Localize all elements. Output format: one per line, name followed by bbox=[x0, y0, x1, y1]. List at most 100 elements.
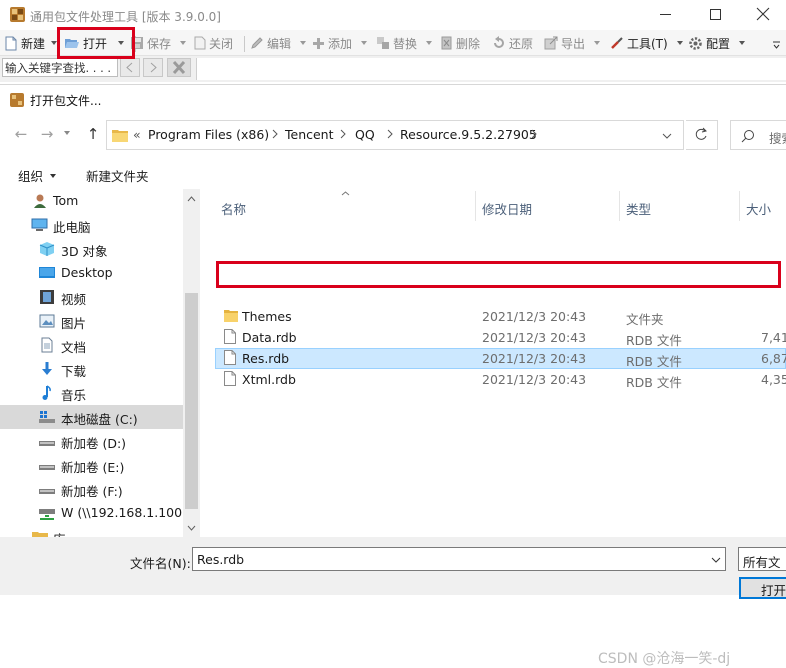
toolbar-save-button[interactable]: 保存 bbox=[130, 33, 187, 53]
network-drive-icon bbox=[39, 509, 55, 520]
nav-item-music[interactable]: 音乐 bbox=[0, 381, 183, 405]
nav-item-drive-e[interactable]: 新加卷 (E:) bbox=[0, 453, 183, 477]
back-button[interactable]: ← bbox=[12, 125, 30, 143]
file-name: Data.rdb bbox=[242, 330, 297, 345]
filename-label: 文件名(N): bbox=[130, 556, 191, 571]
file-row-xtml-rdb[interactable]: Xtml.rdb 2021/12/3 20:43 RDB 文件 4,35 bbox=[215, 369, 786, 390]
file-type-filter[interactable]: 所有文 bbox=[738, 547, 786, 571]
file-modified: 2021/12/3 20:43 bbox=[482, 372, 587, 387]
toolbar-config-button[interactable]: 配置 bbox=[688, 33, 746, 53]
nav-item-drive-f[interactable]: 新加卷 (F:) bbox=[0, 477, 183, 501]
nav-item-downloads[interactable]: 下载 bbox=[0, 357, 183, 381]
toolbar-delete-label: 删除 bbox=[456, 36, 481, 51]
file-row-data-rdb[interactable]: Data.rdb 2021/12/3 20:43 RDB 文件 7,41 bbox=[215, 327, 786, 348]
column-header-modified[interactable]: 修改日期 bbox=[482, 199, 532, 218]
up-button[interactable]: ↑ bbox=[84, 125, 102, 143]
filename-field[interactable]: Res.rdb bbox=[192, 547, 726, 571]
nav-item-documents[interactable]: 文档 bbox=[0, 333, 183, 357]
file-name: Res.rdb bbox=[242, 351, 290, 366]
file-type: RDB 文件 bbox=[626, 375, 682, 390]
address-dropdown-button[interactable] bbox=[662, 133, 672, 139]
file-type: RDB 文件 bbox=[626, 354, 682, 369]
chevron-down-icon bbox=[50, 173, 57, 178]
nav-item-drive-d[interactable]: 新加卷 (D:) bbox=[0, 429, 183, 453]
column-divider[interactable] bbox=[739, 191, 740, 221]
navigation-scrollbar[interactable] bbox=[183, 189, 200, 537]
chevron-right-icon bbox=[340, 129, 346, 139]
computer-icon bbox=[31, 218, 48, 231]
breadcrumb-tencent[interactable]: Tencent bbox=[285, 127, 334, 142]
column-header-size[interactable]: 大小 bbox=[746, 199, 771, 218]
overflow-icon bbox=[773, 41, 780, 49]
breadcrumb-overflow[interactable]: « bbox=[133, 127, 141, 142]
nav-item-library[interactable]: 库 bbox=[0, 525, 183, 537]
scrollbar-thumb[interactable] bbox=[185, 293, 198, 509]
toolbar-edit-button[interactable]: 编辑 bbox=[250, 33, 307, 53]
toolbar-tools-button[interactable]: 工具(T) bbox=[610, 33, 683, 53]
search-input[interactable]: 输入关键字查找. . . . bbox=[2, 58, 118, 77]
column-header-name[interactable]: 名称 bbox=[221, 199, 246, 218]
close-window-button[interactable] bbox=[756, 7, 770, 21]
address-bar[interactable]: « Program Files (x86) Tencent QQ Resourc… bbox=[106, 120, 684, 150]
toolbar-export-button[interactable]: 导出 bbox=[544, 33, 601, 53]
file-list: 名称 修改日期 类型 大小 Themes 2021/12/3 20:43 文件夹… bbox=[200, 189, 786, 537]
toolbar-delete-button[interactable]: 删除 bbox=[440, 33, 480, 53]
breadcrumb-qq[interactable]: QQ bbox=[355, 127, 375, 142]
file-row-res-rdb[interactable]: Res.rdb 2021/12/3 20:43 RDB 文件 6,87 bbox=[215, 348, 786, 369]
nav-item-network-w[interactable]: W (\\192.168.1.100) ( bbox=[0, 501, 196, 525]
filter-label: 所有文 bbox=[743, 555, 781, 570]
breadcrumb-program-files[interactable]: Program Files (x86) bbox=[148, 127, 269, 142]
column-header-type[interactable]: 类型 bbox=[626, 199, 651, 218]
search-box[interactable]: 搜索 bbox=[730, 120, 786, 150]
file-icon bbox=[224, 329, 236, 344]
refresh-button[interactable] bbox=[686, 120, 718, 150]
edit-icon bbox=[251, 37, 263, 49]
file-row-themes[interactable]: Themes 2021/12/3 20:43 文件夹 bbox=[215, 306, 786, 327]
file-name: Xtml.rdb bbox=[242, 372, 296, 387]
organize-button[interactable]: 组织 bbox=[18, 166, 57, 185]
new-folder-button[interactable]: 新建文件夹 bbox=[86, 166, 149, 185]
toolbar-add-label: 添加 bbox=[328, 36, 353, 51]
nav-item-local-disk-c[interactable]: 本地磁盘 (C:) bbox=[0, 405, 183, 429]
user-icon bbox=[34, 194, 46, 208]
chevron-down-icon bbox=[676, 41, 683, 45]
toolbar-tools-label: 工具(T) bbox=[627, 36, 668, 51]
minimize-button[interactable] bbox=[660, 14, 671, 15]
new-file-icon bbox=[5, 36, 17, 50]
nav-item-pictures[interactable]: 图片 bbox=[0, 309, 183, 333]
column-divider[interactable] bbox=[619, 191, 620, 221]
chevron-down-icon bbox=[711, 557, 721, 563]
maximize-button[interactable] bbox=[710, 9, 721, 20]
app-title-bar: 通用包文件处理工具 [版本 3.9.0.0] bbox=[0, 0, 786, 30]
toolbar-overflow-button[interactable] bbox=[772, 38, 781, 50]
clear-icon bbox=[172, 60, 186, 75]
nav-item-this-pc[interactable]: 此电脑 bbox=[0, 213, 183, 237]
toolbar-close-button[interactable]: 关闭 bbox=[194, 33, 233, 53]
nav-item-3d-objects[interactable]: 3D 对象 bbox=[0, 237, 183, 261]
toolbar-new-button[interactable]: 新建 bbox=[4, 33, 58, 53]
chevron-right-icon bbox=[531, 129, 537, 139]
chevron-down-icon bbox=[300, 41, 307, 45]
recent-locations-button[interactable] bbox=[64, 131, 70, 135]
search-prev-button[interactable] bbox=[120, 58, 140, 77]
search-clear-button[interactable] bbox=[167, 58, 191, 77]
nav-item-videos[interactable]: 视频 bbox=[0, 285, 183, 309]
nav-item-desktop[interactable]: Desktop bbox=[0, 261, 183, 285]
chevron-down-icon bbox=[361, 41, 368, 45]
toolbar-restore-button[interactable]: 还原 bbox=[492, 33, 533, 53]
refresh-icon bbox=[695, 127, 707, 140]
nav-item-tom[interactable]: Tom bbox=[0, 189, 183, 213]
toolbar-add-button[interactable]: 添加 bbox=[312, 33, 368, 53]
dialog-title: 打开包文件... bbox=[30, 94, 102, 108]
file-modified: 2021/12/3 20:43 bbox=[482, 309, 587, 324]
file-name: Themes bbox=[242, 309, 292, 324]
column-divider[interactable] bbox=[475, 191, 476, 221]
breadcrumb-resource[interactable]: Resource.9.5.2.27905 bbox=[400, 127, 537, 142]
export-icon bbox=[544, 36, 558, 50]
toolbar-replace-button[interactable]: 替换 bbox=[376, 33, 433, 53]
search-next-button[interactable] bbox=[143, 58, 163, 77]
chevron-down-icon bbox=[594, 41, 601, 45]
open-button[interactable]: 打开 bbox=[739, 577, 786, 599]
toolbar-close-label: 关闭 bbox=[209, 36, 234, 51]
forward-button[interactable]: → bbox=[38, 125, 56, 143]
